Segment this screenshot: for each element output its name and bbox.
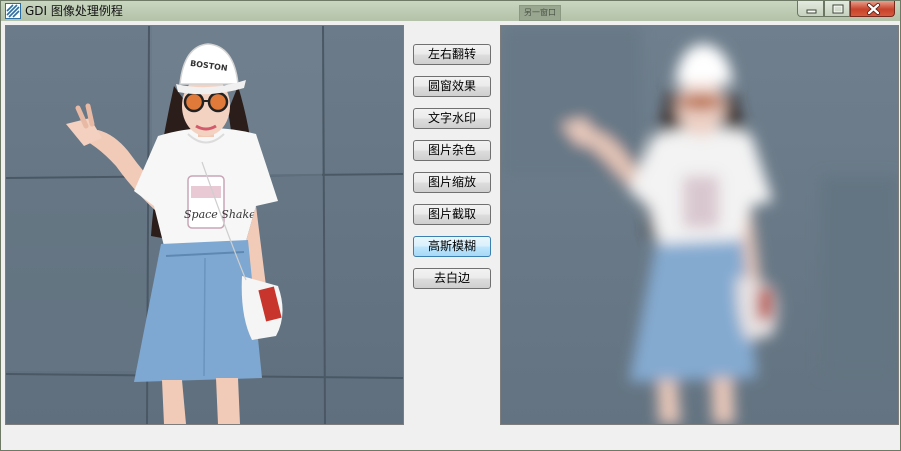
round-window-button[interactable]: 圆窗效果 xyxy=(413,76,491,97)
image-noise-button[interactable]: 图片杂色 xyxy=(413,140,491,161)
image-crop-button[interactable]: 图片截取 xyxy=(413,204,491,225)
text-watermark-button[interactable]: 文字水印 xyxy=(413,108,491,129)
source-image-pane: Space Shake BOSTON xyxy=(5,25,404,425)
shirt-print-text: Space Shake xyxy=(184,208,256,221)
image-scale-button[interactable]: 图片缩放 xyxy=(413,172,491,193)
app-window: GDI 图像处理例程 另一窗口 Space Shake BOSTON 左右翻转 … xyxy=(0,0,901,451)
remove-white-border-button[interactable]: 去白边 xyxy=(413,268,491,289)
maximize-icon xyxy=(832,4,844,14)
title-bar[interactable]: GDI 图像处理例程 另一窗口 xyxy=(1,1,900,21)
background-window-tab: 另一窗口 xyxy=(519,5,561,21)
blurred-photo xyxy=(501,26,898,424)
maximize-button[interactable] xyxy=(824,1,850,17)
close-button[interactable] xyxy=(850,1,895,17)
app-icon xyxy=(5,3,21,19)
gaussian-blur-button[interactable]: 高斯模糊 xyxy=(413,236,491,257)
window-title: GDI 图像处理例程 xyxy=(25,4,123,18)
source-photo: Space Shake BOSTON xyxy=(6,26,403,424)
status-bar xyxy=(5,426,898,448)
minimize-icon xyxy=(806,9,817,14)
close-icon xyxy=(867,3,880,15)
minimize-button[interactable] xyxy=(797,1,824,17)
result-image-pane xyxy=(500,25,899,425)
flip-horizontal-button[interactable]: 左右翻转 xyxy=(413,44,491,65)
